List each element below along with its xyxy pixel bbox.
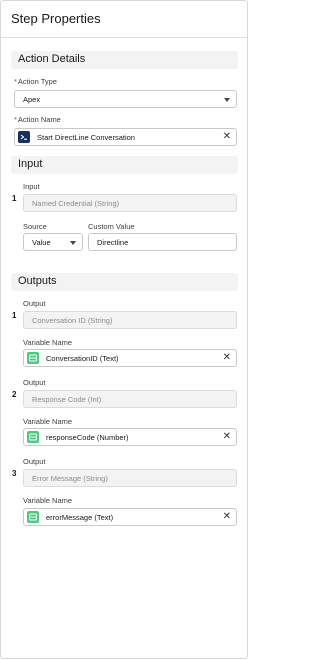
variable-name-label: Variable Name xyxy=(23,338,73,347)
input-number: 1 xyxy=(12,194,17,203)
input-parameter-field: Named Credential (String) xyxy=(23,194,237,212)
input-label: Input xyxy=(23,182,40,191)
output-label: Output xyxy=(23,299,46,308)
step-properties-panel: Step Properties Action Details *Action T… xyxy=(0,0,248,659)
variable-icon xyxy=(27,431,39,443)
variable-icon xyxy=(27,511,39,523)
output-parameter-value: Error Message (String) xyxy=(32,474,108,483)
variable-name-value: errorMessage (Text) xyxy=(46,513,114,522)
action-type-value: Apex xyxy=(23,95,41,104)
output-parameter-field: Response Code (Int) xyxy=(23,390,237,408)
source-label: Source xyxy=(23,222,47,231)
output-parameter-value: Conversation ID (String) xyxy=(32,316,113,325)
variable-name-value: ConversationID (Text) xyxy=(46,354,119,363)
action-name-value: Start DirectLine Conversation xyxy=(37,133,135,142)
variable-name-label: Variable Name xyxy=(23,496,73,505)
custom-value-input[interactable]: Directline xyxy=(88,233,237,251)
apex-action-icon xyxy=(18,131,30,143)
section-title: Action Details xyxy=(18,53,86,65)
section-header-input: Input xyxy=(11,156,238,174)
section-header-outputs: Outputs xyxy=(11,273,238,291)
output-parameter-field: Conversation ID (String) xyxy=(23,311,237,329)
panel-title: Step Properties xyxy=(11,11,101,26)
source-value: Value xyxy=(32,238,51,247)
output-parameter-value: Response Code (Int) xyxy=(32,395,102,404)
output-parameter-field: Error Message (String) xyxy=(23,469,237,487)
chevron-down-icon xyxy=(70,241,76,245)
action-name-lookup[interactable]: Start DirectLine Conversation ✕ xyxy=(14,128,237,146)
input-parameter-value: Named Credential (String) xyxy=(32,199,120,208)
section-title: Input xyxy=(18,158,43,170)
close-icon[interactable]: ✕ xyxy=(223,131,231,143)
variable-name-label: Variable Name xyxy=(23,417,73,426)
close-icon[interactable]: ✕ xyxy=(223,511,231,523)
output-number: 3 xyxy=(12,469,17,478)
output-label: Output xyxy=(23,378,46,387)
variable-name-lookup[interactable]: responseCode (Number) ✕ xyxy=(23,428,237,446)
custom-value-text: Directline xyxy=(97,238,129,247)
output-number: 1 xyxy=(12,311,17,320)
required-marker: * xyxy=(14,115,17,124)
output-label: Output xyxy=(23,457,46,466)
close-icon[interactable]: ✕ xyxy=(223,352,231,364)
source-select[interactable]: Value xyxy=(23,233,83,251)
close-icon[interactable]: ✕ xyxy=(223,431,231,443)
panel-header: Step Properties xyxy=(1,1,247,38)
action-name-label: *Action Name xyxy=(14,115,61,124)
variable-name-lookup[interactable]: errorMessage (Text) ✕ xyxy=(23,508,237,526)
chevron-down-icon xyxy=(224,98,230,102)
variable-icon xyxy=(27,352,39,364)
custom-value-label: Custom Value xyxy=(88,222,135,231)
section-title: Outputs xyxy=(18,275,57,287)
action-type-select[interactable]: Apex xyxy=(14,90,237,108)
required-marker: * xyxy=(14,77,17,86)
section-header-action-details: Action Details xyxy=(11,51,238,69)
action-type-label: *Action Type xyxy=(14,77,57,86)
variable-name-value: responseCode (Number) xyxy=(46,433,129,442)
variable-name-lookup[interactable]: ConversationID (Text) ✕ xyxy=(23,349,237,367)
output-number: 2 xyxy=(12,390,17,399)
